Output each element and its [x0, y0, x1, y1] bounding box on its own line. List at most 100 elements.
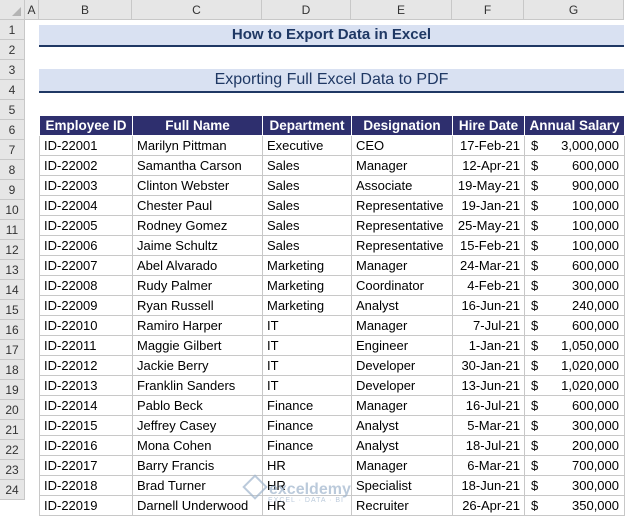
table-cell[interactable]: $600,000 [524, 395, 625, 416]
table-cell[interactable]: $100,000 [524, 235, 625, 256]
table-cell[interactable]: Samantha Carson [132, 155, 263, 176]
column-header-g[interactable]: G [524, 0, 624, 20]
column-header-cell[interactable]: Designation [351, 115, 453, 136]
row-header-15[interactable]: 15 [0, 300, 25, 320]
table-cell[interactable]: Representative [351, 195, 453, 216]
row-header-11[interactable]: 11 [0, 220, 25, 240]
table-cell[interactable]: Analyst [351, 415, 453, 436]
table-cell[interactable]: ID-22013 [39, 375, 133, 396]
table-cell[interactable]: ID-22008 [39, 275, 133, 296]
table-cell[interactable]: Barry Francis [132, 455, 263, 476]
table-cell[interactable]: 30-Jan-21 [452, 355, 525, 376]
table-cell[interactable]: ID-22007 [39, 255, 133, 276]
table-cell[interactable]: ID-22015 [39, 415, 133, 436]
table-cell[interactable]: Rodney Gomez [132, 215, 263, 236]
table-cell[interactable]: Developer [351, 355, 453, 376]
table-cell[interactable]: 19-Jan-21 [452, 195, 525, 216]
table-cell[interactable]: $900,000 [524, 175, 625, 196]
column-header-cell[interactable]: Hire Date [452, 115, 525, 136]
table-cell[interactable]: Analyst [351, 295, 453, 316]
column-header-e[interactable]: E [351, 0, 452, 20]
column-header-cell[interactable]: Department [262, 115, 352, 136]
table-cell[interactable]: Chester Paul [132, 195, 263, 216]
row-header-18[interactable]: 18 [0, 360, 25, 380]
table-cell[interactable]: 7-Jul-21 [452, 315, 525, 336]
table-cell[interactable]: ID-22017 [39, 455, 133, 476]
table-cell[interactable]: Rudy Palmer [132, 275, 263, 296]
table-cell[interactable]: Representative [351, 235, 453, 256]
select-all-button[interactable] [0, 0, 25, 20]
table-cell[interactable]: 24-Mar-21 [452, 255, 525, 276]
table-cell[interactable]: 15-Feb-21 [452, 235, 525, 256]
row-header-2[interactable]: 2 [0, 40, 25, 60]
table-cell[interactable]: $350,000 [524, 495, 625, 516]
table-cell[interactable]: $600,000 [524, 255, 625, 276]
table-cell[interactable]: ID-22012 [39, 355, 133, 376]
row-header-20[interactable]: 20 [0, 400, 25, 420]
table-cell[interactable]: $1,020,000 [524, 355, 625, 376]
table-cell[interactable]: 18-Jul-21 [452, 435, 525, 456]
table-cell[interactable]: 12-Apr-21 [452, 155, 525, 176]
table-cell[interactable]: 4-Feb-21 [452, 275, 525, 296]
table-cell[interactable]: $300,000 [524, 475, 625, 496]
table-cell[interactable]: ID-22006 [39, 235, 133, 256]
table-cell[interactable]: Specialist [351, 475, 453, 496]
table-cell[interactable]: 16-Jul-21 [452, 395, 525, 416]
table-cell[interactable]: Jeffrey Casey [132, 415, 263, 436]
row-header-12[interactable]: 12 [0, 240, 25, 260]
table-cell[interactable]: $700,000 [524, 455, 625, 476]
table-cell[interactable]: ID-22010 [39, 315, 133, 336]
column-header-b[interactable]: B [39, 0, 132, 20]
table-cell[interactable]: HR [262, 495, 352, 516]
table-cell[interactable]: $3,000,000 [524, 135, 625, 156]
table-cell[interactable]: ID-22001 [39, 135, 133, 156]
table-cell[interactable]: ID-22016 [39, 435, 133, 456]
table-cell[interactable]: 18-Jun-21 [452, 475, 525, 496]
table-cell[interactable]: HR [262, 455, 352, 476]
table-cell[interactable]: ID-22004 [39, 195, 133, 216]
table-cell[interactable]: Marketing [262, 295, 352, 316]
table-cell[interactable]: Finance [262, 415, 352, 436]
row-header-5[interactable]: 5 [0, 100, 25, 120]
table-cell[interactable]: Jackie Berry [132, 355, 263, 376]
table-cell[interactable]: IT [262, 315, 352, 336]
table-cell[interactable]: Darnell Underwood [132, 495, 263, 516]
table-cell[interactable]: Sales [262, 235, 352, 256]
row-header-16[interactable]: 16 [0, 320, 25, 340]
row-header-13[interactable]: 13 [0, 260, 25, 280]
row-header-17[interactable]: 17 [0, 340, 25, 360]
table-cell[interactable]: IT [262, 335, 352, 356]
table-cell[interactable]: Manager [351, 315, 453, 336]
table-cell[interactable]: $1,050,000 [524, 335, 625, 356]
table-cell[interactable]: ID-22003 [39, 175, 133, 196]
row-header-24[interactable]: 24 [0, 480, 25, 500]
table-cell[interactable]: Manager [351, 455, 453, 476]
table-cell[interactable]: ID-22019 [39, 495, 133, 516]
table-cell[interactable]: Coordinator [351, 275, 453, 296]
table-cell[interactable]: Sales [262, 195, 352, 216]
row-header-7[interactable]: 7 [0, 140, 25, 160]
table-cell[interactable]: Brad Turner [132, 475, 263, 496]
table-cell[interactable]: Maggie Gilbert [132, 335, 263, 356]
table-cell[interactable]: Marketing [262, 275, 352, 296]
row-header-21[interactable]: 21 [0, 420, 25, 440]
main-title[interactable]: How to Export Data in Excel [39, 25, 624, 47]
table-cell[interactable]: Associate [351, 175, 453, 196]
table-cell[interactable]: Recruiter [351, 495, 453, 516]
table-cell[interactable]: Ramiro Harper [132, 315, 263, 336]
table-cell[interactable]: Analyst [351, 435, 453, 456]
column-header-cell[interactable]: Annual Salary [524, 115, 625, 136]
table-cell[interactable]: 5-Mar-21 [452, 415, 525, 436]
table-cell[interactable]: 6-Mar-21 [452, 455, 525, 476]
table-cell[interactable]: 19-May-21 [452, 175, 525, 196]
table-cell[interactable]: $300,000 [524, 415, 625, 436]
table-cell[interactable]: ID-22005 [39, 215, 133, 236]
table-cell[interactable]: ID-22009 [39, 295, 133, 316]
table-cell[interactable]: IT [262, 355, 352, 376]
table-cell[interactable]: CEO [351, 135, 453, 156]
row-header-6[interactable]: 6 [0, 120, 25, 140]
table-cell[interactable]: $100,000 [524, 215, 625, 236]
table-cell[interactable]: Manager [351, 255, 453, 276]
table-cell[interactable]: 25-May-21 [452, 215, 525, 236]
table-cell[interactable]: Marketing [262, 255, 352, 276]
